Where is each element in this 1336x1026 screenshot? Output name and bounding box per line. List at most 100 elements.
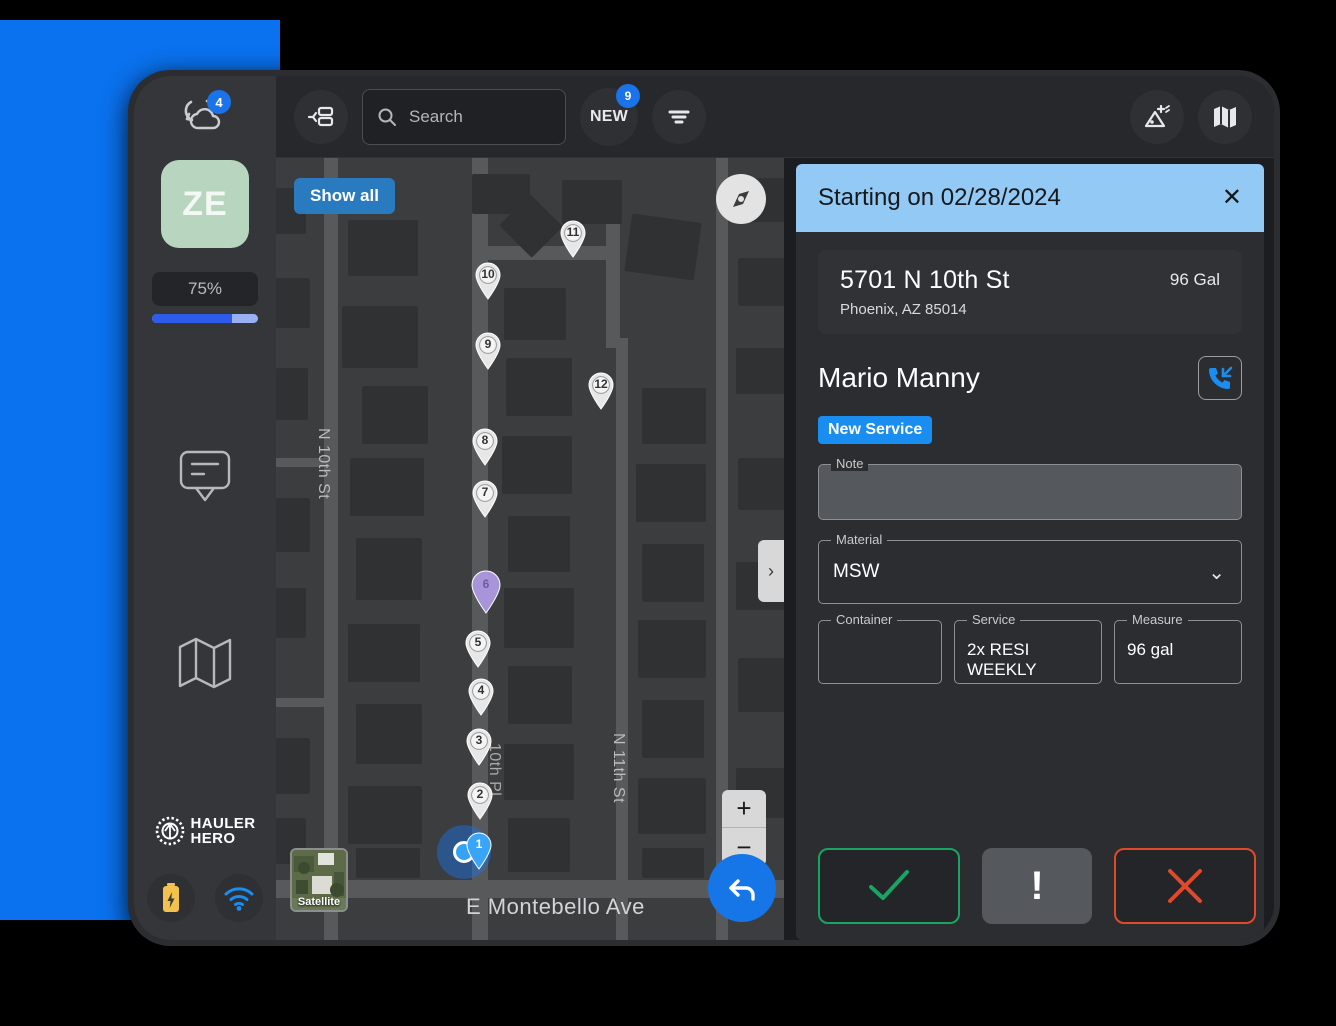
- panel-body: 5701 N 10th St Phoenix, AZ 85014 96 Gal …: [796, 232, 1264, 940]
- content-area: Show all N 10th St N 11th St 10th Pl E M…: [276, 158, 1274, 940]
- undo-arrow-icon[interactable]: [708, 854, 776, 922]
- new-button-label: NEW: [590, 107, 628, 125]
- logo-line-2: HERO: [190, 830, 236, 847]
- map-pin[interactable]: 3: [465, 728, 493, 766]
- map-view[interactable]: Show all N 10th St N 11th St 10th Pl E M…: [276, 158, 784, 940]
- progress-percent-pill: 75%: [152, 272, 258, 306]
- map-pin-current[interactable]: 1: [465, 832, 493, 870]
- add-image-icon[interactable]: [1130, 89, 1184, 144]
- note-field-value: [819, 465, 1241, 493]
- satellite-toggle[interactable]: Satellite: [290, 848, 348, 912]
- map-pin[interactable]: 4: [467, 678, 495, 716]
- search-placeholder: Search: [409, 106, 463, 126]
- main-column: Search NEW 9 Show all N 10th St N 11th S…: [276, 76, 1274, 940]
- map-pin[interactable]: 11: [559, 220, 587, 258]
- tablet-device-frame: 4 ZE 75% HAULER HERO Search NEW 9 Show a…: [128, 70, 1280, 946]
- rail-nav-section: [172, 323, 238, 816]
- compass-icon[interactable]: [716, 174, 766, 224]
- show-all-button[interactable]: Show all: [294, 178, 395, 214]
- address-line-2: Phoenix, AZ 85014: [840, 301, 967, 318]
- reject-button[interactable]: [1114, 848, 1256, 924]
- road-label: E Montebello Ave: [466, 894, 645, 919]
- map-pin-label: 2: [476, 787, 484, 801]
- new-service-chip: New Service: [818, 416, 933, 444]
- sync-cloud-icon[interactable]: 4: [177, 90, 233, 138]
- map-pin-label: 1: [475, 837, 483, 851]
- map-pin[interactable]: 9: [474, 332, 502, 370]
- avatar-initials: ZE: [182, 184, 228, 223]
- road-label: N 11th St: [610, 733, 627, 804]
- customer-row: Mario Manny: [818, 356, 1242, 400]
- action-buttons: !: [818, 836, 1256, 924]
- measure-field[interactable]: Measure 96 gal: [1114, 612, 1242, 684]
- map-pin-label: 12: [594, 377, 608, 391]
- status-indicators: [147, 874, 263, 922]
- top-bar: Search NEW 9: [276, 76, 1274, 158]
- road-label: N 10th St: [315, 428, 332, 500]
- check-icon: [869, 870, 909, 900]
- container-field-label: Container: [831, 612, 898, 627]
- measure-field-label: Measure: [1127, 612, 1188, 627]
- job-detail-card: Starting on 02/28/2024 ✕ 5701 N 10th St …: [796, 164, 1264, 940]
- container-field[interactable]: Container: [818, 612, 942, 684]
- tire-icon: [155, 816, 184, 846]
- map-pin-active[interactable]: 6: [470, 570, 502, 614]
- search-icon: [378, 108, 396, 126]
- service-field[interactable]: Service 2x RESI WEEKLY: [954, 612, 1102, 684]
- progress-bar-track: [152, 314, 258, 323]
- map-pin[interactable]: 7: [471, 480, 499, 518]
- exclamation-icon: !: [1030, 863, 1044, 908]
- map-pin[interactable]: 12: [587, 372, 615, 410]
- left-rail: 4 ZE 75% HAULER HERO: [134, 76, 276, 940]
- material-select[interactable]: Material MSW ⌄: [818, 532, 1242, 604]
- map-icon[interactable]: [172, 630, 238, 696]
- address-text-block: 5701 N 10th St Phoenix, AZ 85014: [840, 266, 1170, 318]
- job-detail-panel: Starting on 02/28/2024 ✕ 5701 N 10th St …: [784, 158, 1274, 940]
- satellite-label: Satellite: [297, 896, 341, 908]
- map-pin-label: 3: [475, 733, 483, 747]
- screenshot-root: 4 ZE 75% HAULER HERO Search NEW 9 Show a…: [0, 0, 1336, 1026]
- panel-title: Starting on 02/28/2024: [818, 184, 1061, 211]
- map-pin-label: 9: [484, 337, 492, 351]
- service-field-label: Service: [967, 612, 1021, 627]
- map-pin-label: 8: [481, 433, 489, 447]
- map-pin[interactable]: 5: [464, 630, 492, 668]
- confirm-button[interactable]: [818, 848, 960, 924]
- map-pin-label: 4: [477, 683, 485, 697]
- address-card[interactable]: 5701 N 10th St Phoenix, AZ 85014 96 Gal: [818, 250, 1242, 334]
- chevron-down-icon[interactable]: ⌄: [1208, 560, 1241, 585]
- rail-bottom-section: HAULER HERO: [134, 816, 276, 940]
- map-pin-label: 6: [482, 577, 490, 591]
- map-icon[interactable]: [1198, 89, 1252, 144]
- sync-badge-count: 4: [207, 90, 231, 114]
- x-icon: [1168, 869, 1202, 903]
- chevron-right-icon[interactable]: ›: [758, 540, 784, 602]
- issue-button[interactable]: !: [982, 848, 1092, 924]
- field-row: Container Service 2x RESI WEEKLY Measure: [818, 604, 1242, 684]
- notes-icon[interactable]: [172, 444, 238, 510]
- map-pin-label: 10: [481, 267, 495, 281]
- search-input[interactable]: Search: [362, 88, 566, 145]
- note-field[interactable]: Note: [818, 456, 1242, 520]
- map-pin-label: 7: [481, 485, 489, 499]
- rail-top-section: 4 ZE 75%: [134, 76, 276, 323]
- filter-icon[interactable]: [652, 89, 706, 144]
- measure-field-value: 96 gal: [1127, 640, 1174, 659]
- close-icon[interactable]: ✕: [1222, 186, 1242, 210]
- collapse-list-icon[interactable]: [294, 89, 348, 144]
- zoom-in-button[interactable]: +: [722, 790, 766, 828]
- map-pin[interactable]: 8: [471, 428, 499, 466]
- map-canvas: [276, 158, 784, 940]
- battery-charging-icon[interactable]: [147, 874, 195, 922]
- tablet-screen: 4 ZE 75% HAULER HERO Search NEW 9 Show a…: [134, 76, 1274, 940]
- address-line-1: 5701 N 10th St: [840, 266, 1010, 294]
- avatar[interactable]: ZE: [161, 160, 249, 248]
- new-button[interactable]: NEW 9: [580, 83, 640, 146]
- service-field-value: 2x RESI WEEKLY: [967, 640, 1037, 679]
- incoming-call-icon[interactable]: [1198, 356, 1242, 400]
- map-pin-label: 11: [566, 225, 580, 239]
- material-field-label: Material: [831, 532, 888, 547]
- wifi-icon[interactable]: [215, 874, 263, 922]
- map-pin[interactable]: 10: [474, 262, 502, 300]
- map-pin[interactable]: 2: [466, 782, 494, 820]
